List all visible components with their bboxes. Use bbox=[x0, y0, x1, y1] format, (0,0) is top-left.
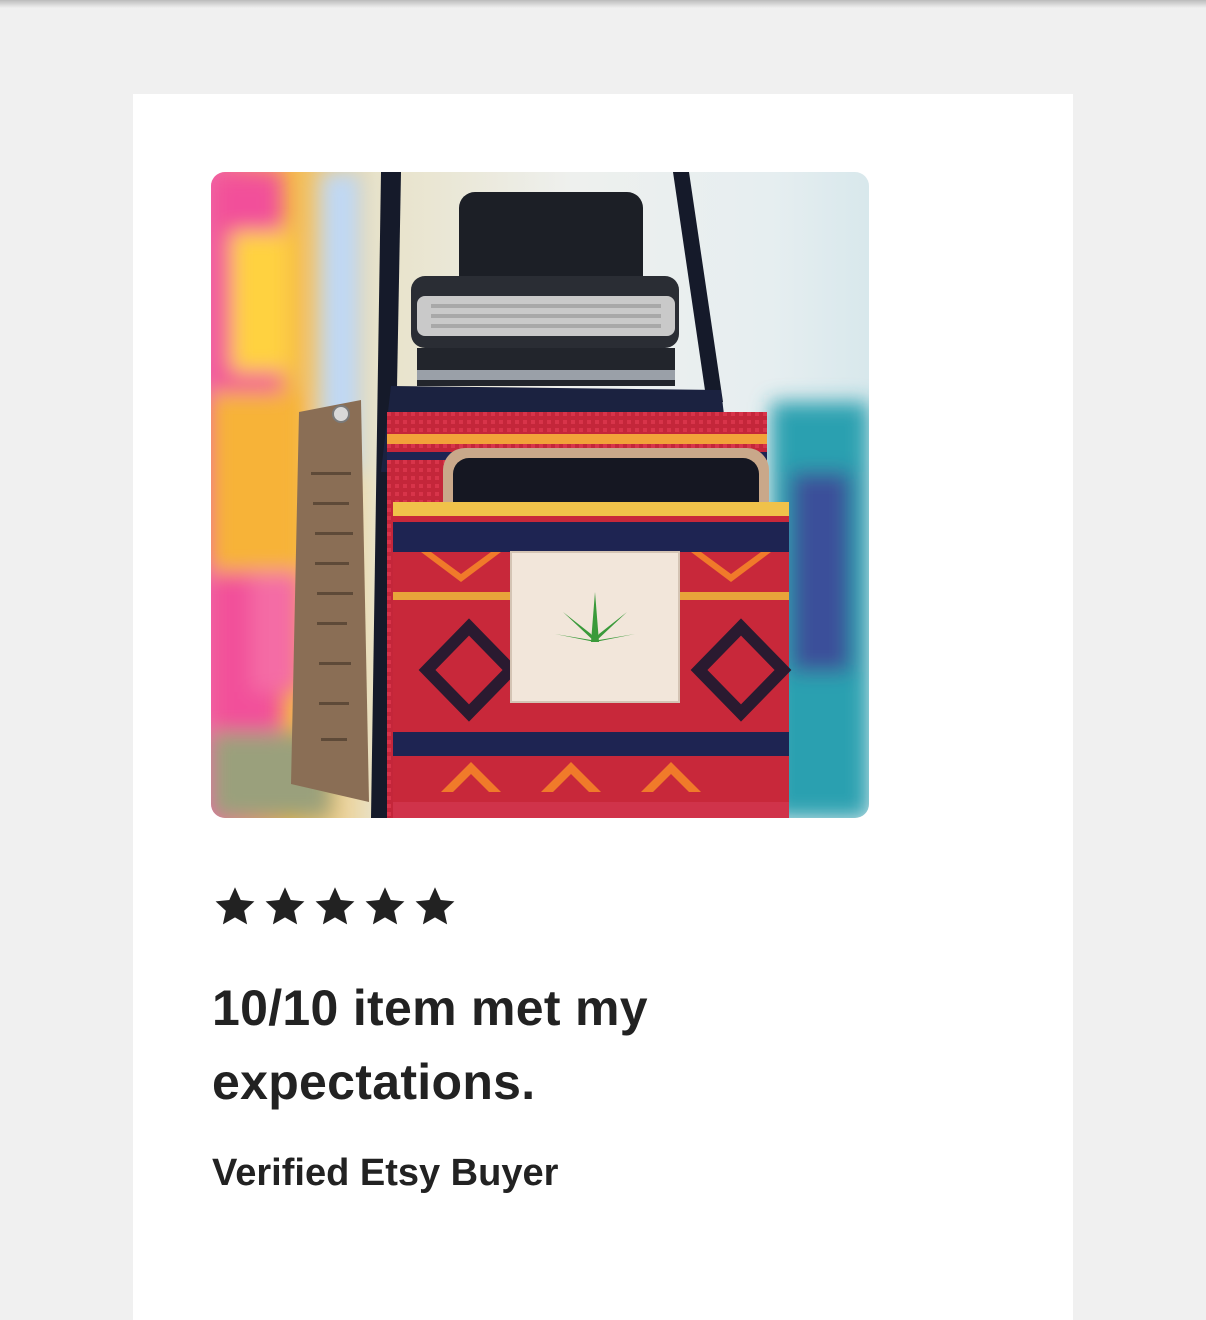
star-icon bbox=[265, 887, 305, 925]
top-shadow bbox=[0, 0, 1206, 8]
star-icon bbox=[365, 887, 405, 925]
star-icon bbox=[415, 887, 455, 925]
review-photo[interactable] bbox=[211, 172, 869, 818]
star-icon bbox=[215, 887, 255, 925]
star-rating bbox=[213, 884, 457, 928]
reviewer-name: Verified Etsy Buyer bbox=[212, 1152, 559, 1194]
review-card: 10/10 item met my expectations. Verified… bbox=[133, 94, 1073, 1320]
review-text: 10/10 item met my expectations. bbox=[212, 980, 648, 1110]
star-icon bbox=[315, 887, 355, 925]
